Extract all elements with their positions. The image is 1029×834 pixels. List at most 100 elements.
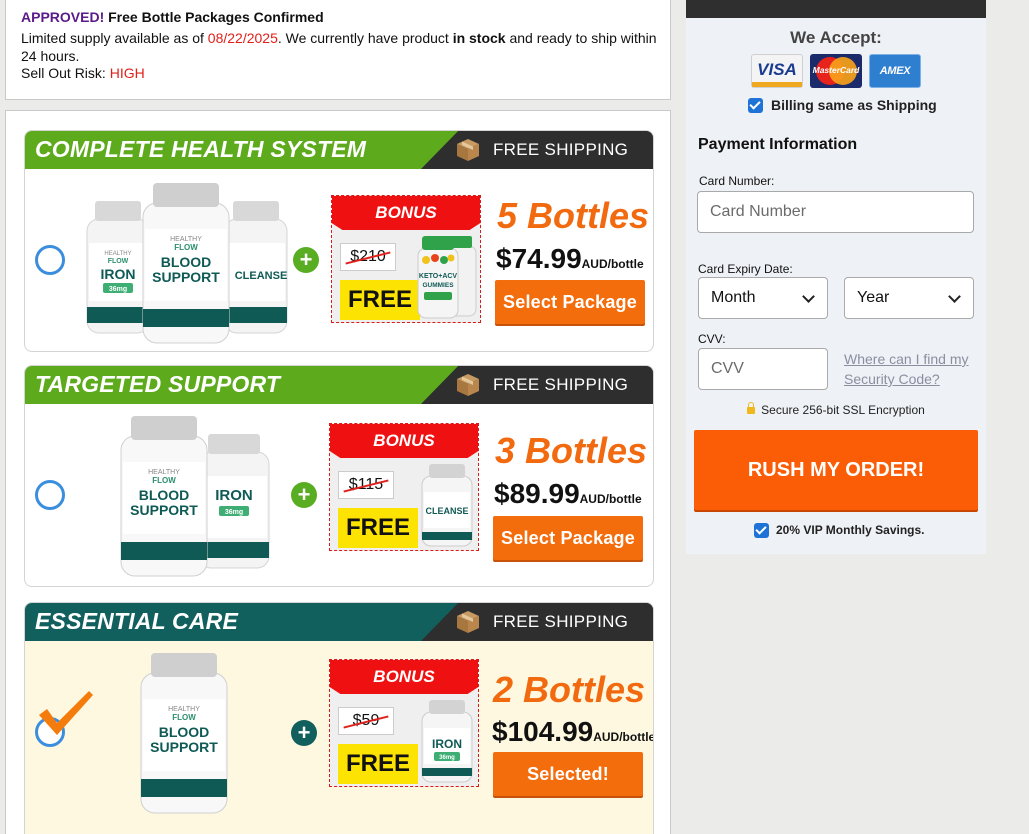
in-stock-text: in stock [452, 30, 506, 46]
package-quantity: 3 Bottles [495, 430, 648, 471]
product-bottles-image: HEALTHYFLOWIRON36mg CLEANSE HEALTHYFLOWB… [86, 183, 288, 344]
bottle-dose: 36mg [225, 509, 243, 516]
bonus-bottle-name: IRON [432, 737, 462, 751]
bottle-blood-support: HEALTHYFLOW BLOODSUPPORT [120, 416, 208, 577]
package-quantity: 2 Bottles [493, 669, 646, 710]
lock-icon [747, 402, 756, 414]
bottle-name-2: SUPPORT [150, 739, 218, 755]
amex-label: AMEX [879, 65, 911, 77]
bonus-bottle-name: KETO+ACV [419, 273, 458, 280]
price-amount: $74.99 [496, 243, 582, 274]
secure-text: Secure 256-bit SSL Encryption [761, 403, 925, 417]
package-box-icon [457, 611, 479, 633]
bottle-dose: 36mg [109, 286, 127, 293]
package-card-2-bottles[interactable]: ESSENTIAL CARE FREE SHIPPING HEALTHY FLOW… [24, 602, 654, 834]
package-header: ESSENTIAL CARE FREE SHIPPING [25, 603, 653, 641]
bonus-old-price: $59 [338, 707, 394, 735]
visa-card-icon: VISA [751, 54, 803, 88]
cvv-input[interactable]: CVV [698, 348, 828, 390]
plus-icon: + [291, 720, 317, 746]
bottle-blood-support: HEALTHYFLOW BLOODSUPPORT [142, 183, 230, 344]
bottle-cleanse: CLEANSE [224, 201, 288, 334]
supply-text-2: . We currently have product [277, 30, 453, 46]
package-card-5-bottles[interactable]: COMPLETE HEALTH SYSTEM FREE SHIPPING HEA… [24, 130, 654, 352]
bonus-bottle-name-2: GUMMIES [422, 282, 454, 289]
amex-card-icon: AMEX [869, 54, 921, 88]
bottle-iron: HEALTHYFLOWIRON 36mg [86, 201, 150, 334]
price-unit: AUD/bottle [579, 492, 642, 506]
bonus-gummies-image: KETO+ACV GUMMIES [417, 236, 477, 319]
month-value: Month [711, 289, 756, 306]
select-package-button[interactable]: Select Package [495, 280, 645, 324]
card-number-input[interactable]: Card Number [697, 191, 974, 233]
free-shipping-banner: FREE SHIPPING [421, 366, 653, 404]
vip-savings-label: 20% VIP Monthly Savings. [776, 523, 925, 537]
bottle-brand: FLOW [174, 243, 198, 252]
billing-same-label: Billing same as Shipping [771, 97, 937, 113]
bonus-label: BONUS [332, 196, 480, 230]
bottle-blood-support: HEALTHYFLOW BLOODSUPPORT [140, 653, 228, 814]
notice-headline-text: Free Bottle Packages Confirmed [104, 9, 324, 25]
bottle-name: BLOOD [159, 724, 210, 740]
bonus-box: BONUS $115 FREE CLEANSE [329, 423, 479, 551]
bottle-name: BLOOD [161, 254, 212, 270]
bonus-cleanse-image: CLEANSE [421, 464, 473, 547]
payment-panel: We Accept: VISA MasterCard AMEX Billing … [686, 18, 986, 554]
card-number-label: Card Number: [699, 174, 775, 188]
free-shipping-banner: FREE SHIPPING [421, 131, 653, 169]
bottle-iron: IRON 36mg [198, 434, 270, 569]
package-title: TARGETED SUPPORT [35, 371, 281, 397]
accepted-cards: VISA MasterCard AMEX [751, 54, 921, 88]
package-box-icon [457, 374, 479, 396]
price-unit: AUD/bottle [581, 257, 644, 271]
approved-label: APPROVED! [21, 9, 105, 25]
bottle-brand: FLOW [108, 258, 129, 265]
visa-label: VISA [757, 60, 797, 79]
bottle-brand: FLOW [172, 713, 196, 722]
vip-savings-checkbox[interactable] [754, 523, 769, 538]
cvv-help-link[interactable]: Where can I find my Security Code? [844, 349, 984, 389]
risk-label: Sell Out Risk: [21, 65, 110, 81]
expiry-month-select[interactable]: Month [698, 277, 828, 319]
price-amount: $104.99 [492, 716, 594, 747]
free-shipping-label: FREE SHIPPING [493, 375, 629, 394]
payment-info-title: Payment Information [698, 136, 858, 153]
bonus-label: BONUS [330, 424, 478, 458]
selected-package-button[interactable]: Selected! [493, 752, 643, 796]
bottle-name: IRON [215, 487, 253, 504]
notice-body: Limited supply available as of 08/22/202… [21, 30, 661, 83]
bonus-old-price: $115 [338, 471, 394, 499]
bottle-name-2: SUPPORT [130, 502, 198, 518]
bottle-brand-top: HEALTHY [170, 236, 202, 243]
notice-headline: APPROVED! Free Bottle Packages Confirmed [21, 9, 655, 26]
supply-date: 08/22/2025 [207, 30, 278, 46]
package-box-icon [457, 139, 479, 161]
package-radio[interactable] [35, 480, 65, 510]
bonus-box: BONUS $210 FREE KETO+ACV GUMMIES [331, 195, 481, 323]
price-unit: AUD/bottle [593, 730, 654, 744]
we-accept-title: We Accept: [790, 28, 882, 47]
bonus-box: BONUS $59 FREE IRON 36mg [329, 659, 479, 787]
free-shipping-label: FREE SHIPPING [493, 140, 629, 159]
bottle-name: IRON [101, 266, 136, 282]
free-shipping-label: FREE SHIPPING [493, 612, 629, 631]
bonus-bottle-dose: 36mg [439, 755, 455, 761]
package-quantity: 5 Bottles [497, 195, 650, 236]
bottle-name: CLEANSE [235, 270, 288, 282]
select-package-button[interactable]: Select Package [493, 516, 643, 560]
bonus-free-label: FREE [338, 744, 418, 784]
package-price: $89.99AUD/bottle [494, 478, 642, 510]
bonus-iron-image: IRON 36mg [421, 700, 473, 783]
rush-order-button[interactable]: RUSH MY ORDER! [694, 430, 978, 510]
bonus-bottle-name: CLEANSE [425, 506, 468, 516]
expiry-year-select[interactable]: Year [844, 277, 974, 319]
mastercard-label: MasterCard [812, 65, 860, 75]
plus-icon: + [293, 247, 319, 273]
cvv-label: CVV: [698, 332, 726, 346]
package-radio[interactable] [35, 245, 65, 275]
package-list: COMPLETE HEALTH SYSTEM FREE SHIPPING HEA… [5, 110, 671, 834]
bottle-name-2: SUPPORT [152, 269, 220, 285]
package-card-3-bottles[interactable]: TARGETED SUPPORT FREE SHIPPING IRON 36mg … [24, 365, 654, 587]
billing-same-checkbox[interactable] [748, 98, 763, 113]
chevron-down-icon [948, 290, 961, 303]
